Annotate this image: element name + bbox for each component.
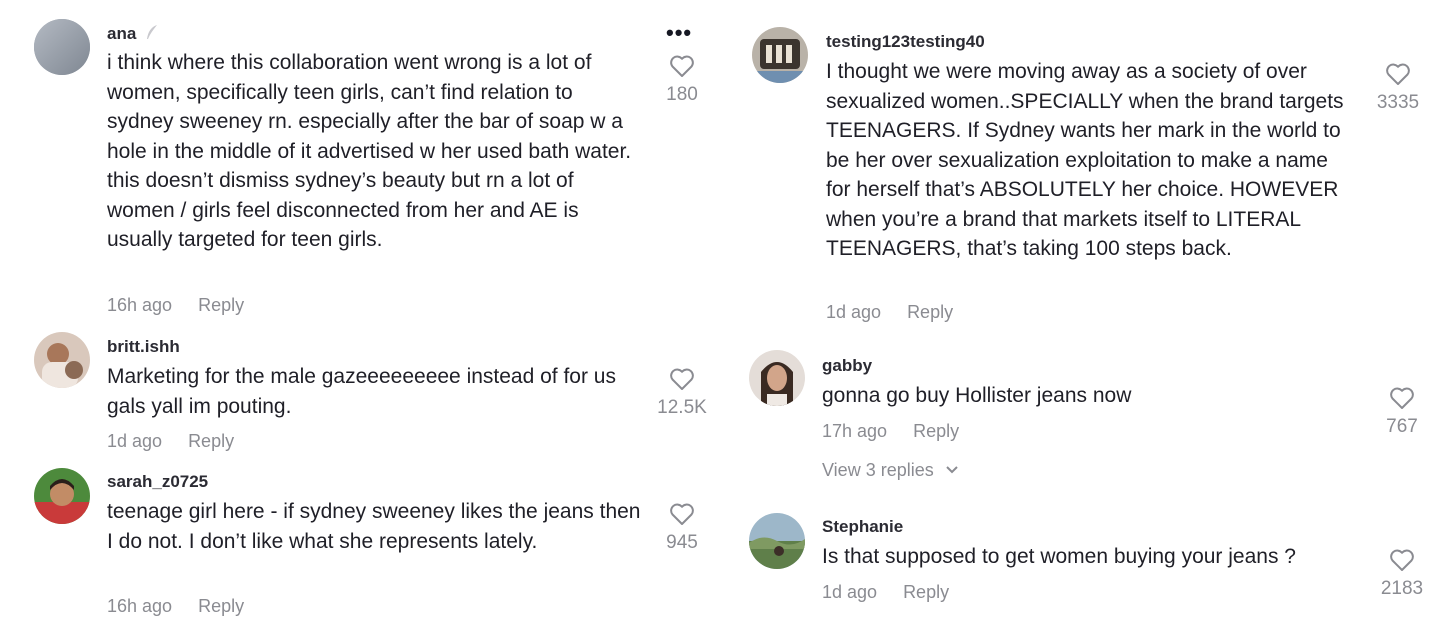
comment-username[interactable]: ana bbox=[107, 24, 159, 44]
like-button[interactable]: 180 bbox=[642, 54, 722, 106]
comment-username[interactable]: gabby bbox=[822, 356, 872, 376]
username-label[interactable]: testing123testing40 bbox=[826, 32, 985, 51]
comment-username[interactable]: sarah_z0725 bbox=[107, 472, 208, 492]
comment-timestamp: 16h ago bbox=[107, 596, 173, 616]
comment-meta: 1d ago Reply bbox=[822, 582, 949, 603]
username-label[interactable]: britt.ishh bbox=[107, 337, 180, 356]
comment-username[interactable]: Stephanie bbox=[822, 517, 903, 537]
username-label[interactable]: Stephanie bbox=[822, 517, 903, 536]
like-count: 945 bbox=[666, 532, 698, 553]
comment-text: I thought we were moving away as a socie… bbox=[826, 60, 1344, 260]
heart-outline-icon[interactable] bbox=[669, 367, 695, 391]
avatar[interactable] bbox=[34, 332, 90, 388]
heart-outline-icon[interactable] bbox=[669, 502, 695, 526]
chevron-down-icon[interactable] bbox=[945, 465, 959, 475]
username-label[interactable]: gabby bbox=[822, 356, 872, 375]
comment-meta: 16h ago Reply bbox=[107, 596, 244, 617]
comment-text: Marketing for the male gazeeeeeeeee inst… bbox=[107, 365, 616, 418]
reply-button[interactable]: Reply bbox=[913, 421, 959, 441]
username-label[interactable]: ana bbox=[107, 24, 136, 43]
comment-timestamp: 1d ago bbox=[826, 302, 882, 322]
view-replies-button[interactable]: View 3 replies bbox=[822, 460, 959, 481]
comment-text: teenage girl here - if sydney sweeney li… bbox=[107, 500, 641, 553]
like-button[interactable]: 3335 bbox=[1358, 62, 1430, 114]
heart-outline-icon[interactable] bbox=[1385, 62, 1411, 86]
like-count: 180 bbox=[666, 84, 698, 105]
comment-timestamp: 1d ago bbox=[822, 582, 878, 602]
reply-button[interactable]: Reply bbox=[188, 431, 234, 451]
comment-text: i think where this collaboration went wr… bbox=[107, 51, 632, 251]
comment-meta: 1d ago Reply bbox=[107, 431, 234, 452]
like-count: 12.5K bbox=[657, 397, 707, 418]
comment-timestamp: 17h ago bbox=[822, 421, 888, 441]
view-replies-label[interactable]: View 3 replies bbox=[822, 460, 934, 480]
avatar[interactable] bbox=[34, 19, 90, 75]
heart-outline-icon[interactable] bbox=[1389, 386, 1415, 410]
comment-meta: 16h ago Reply bbox=[107, 295, 244, 316]
heart-outline-icon[interactable] bbox=[1389, 548, 1415, 572]
comment-timestamp: 16h ago bbox=[107, 295, 173, 315]
avatar[interactable] bbox=[752, 27, 808, 83]
reply-button[interactable]: Reply bbox=[198, 596, 244, 616]
comment-username[interactable]: britt.ishh bbox=[107, 337, 180, 357]
like-button[interactable]: 2183 bbox=[1362, 548, 1430, 600]
reply-button[interactable]: Reply bbox=[903, 582, 949, 602]
comment-text: gonna go buy Hollister jeans now bbox=[822, 384, 1132, 407]
more-options-icon[interactable]: ••• bbox=[666, 20, 692, 46]
heart-outline-icon[interactable] bbox=[669, 54, 695, 78]
comment-username[interactable]: testing123testing40 bbox=[826, 32, 985, 52]
comment-text: Is that supposed to get women buying you… bbox=[822, 545, 1296, 568]
like-count: 2183 bbox=[1380, 578, 1424, 599]
like-count: 767 bbox=[1386, 416, 1418, 437]
reply-button[interactable]: Reply bbox=[907, 302, 953, 322]
comment-meta: 17h ago Reply bbox=[822, 421, 959, 442]
like-button[interactable]: 767 bbox=[1362, 386, 1430, 438]
like-button[interactable]: 12.5K bbox=[642, 367, 722, 419]
like-count: 3335 bbox=[1376, 92, 1420, 113]
like-button[interactable]: 945 bbox=[642, 502, 722, 554]
avatar[interactable] bbox=[34, 468, 90, 524]
avatar[interactable] bbox=[749, 513, 805, 569]
reply-button[interactable]: Reply bbox=[198, 295, 244, 315]
comment-meta: 1d ago Reply bbox=[826, 302, 953, 323]
feather-icon bbox=[147, 25, 158, 39]
comment-timestamp: 1d ago bbox=[107, 431, 163, 451]
avatar[interactable] bbox=[749, 350, 805, 406]
username-label[interactable]: sarah_z0725 bbox=[107, 472, 208, 491]
